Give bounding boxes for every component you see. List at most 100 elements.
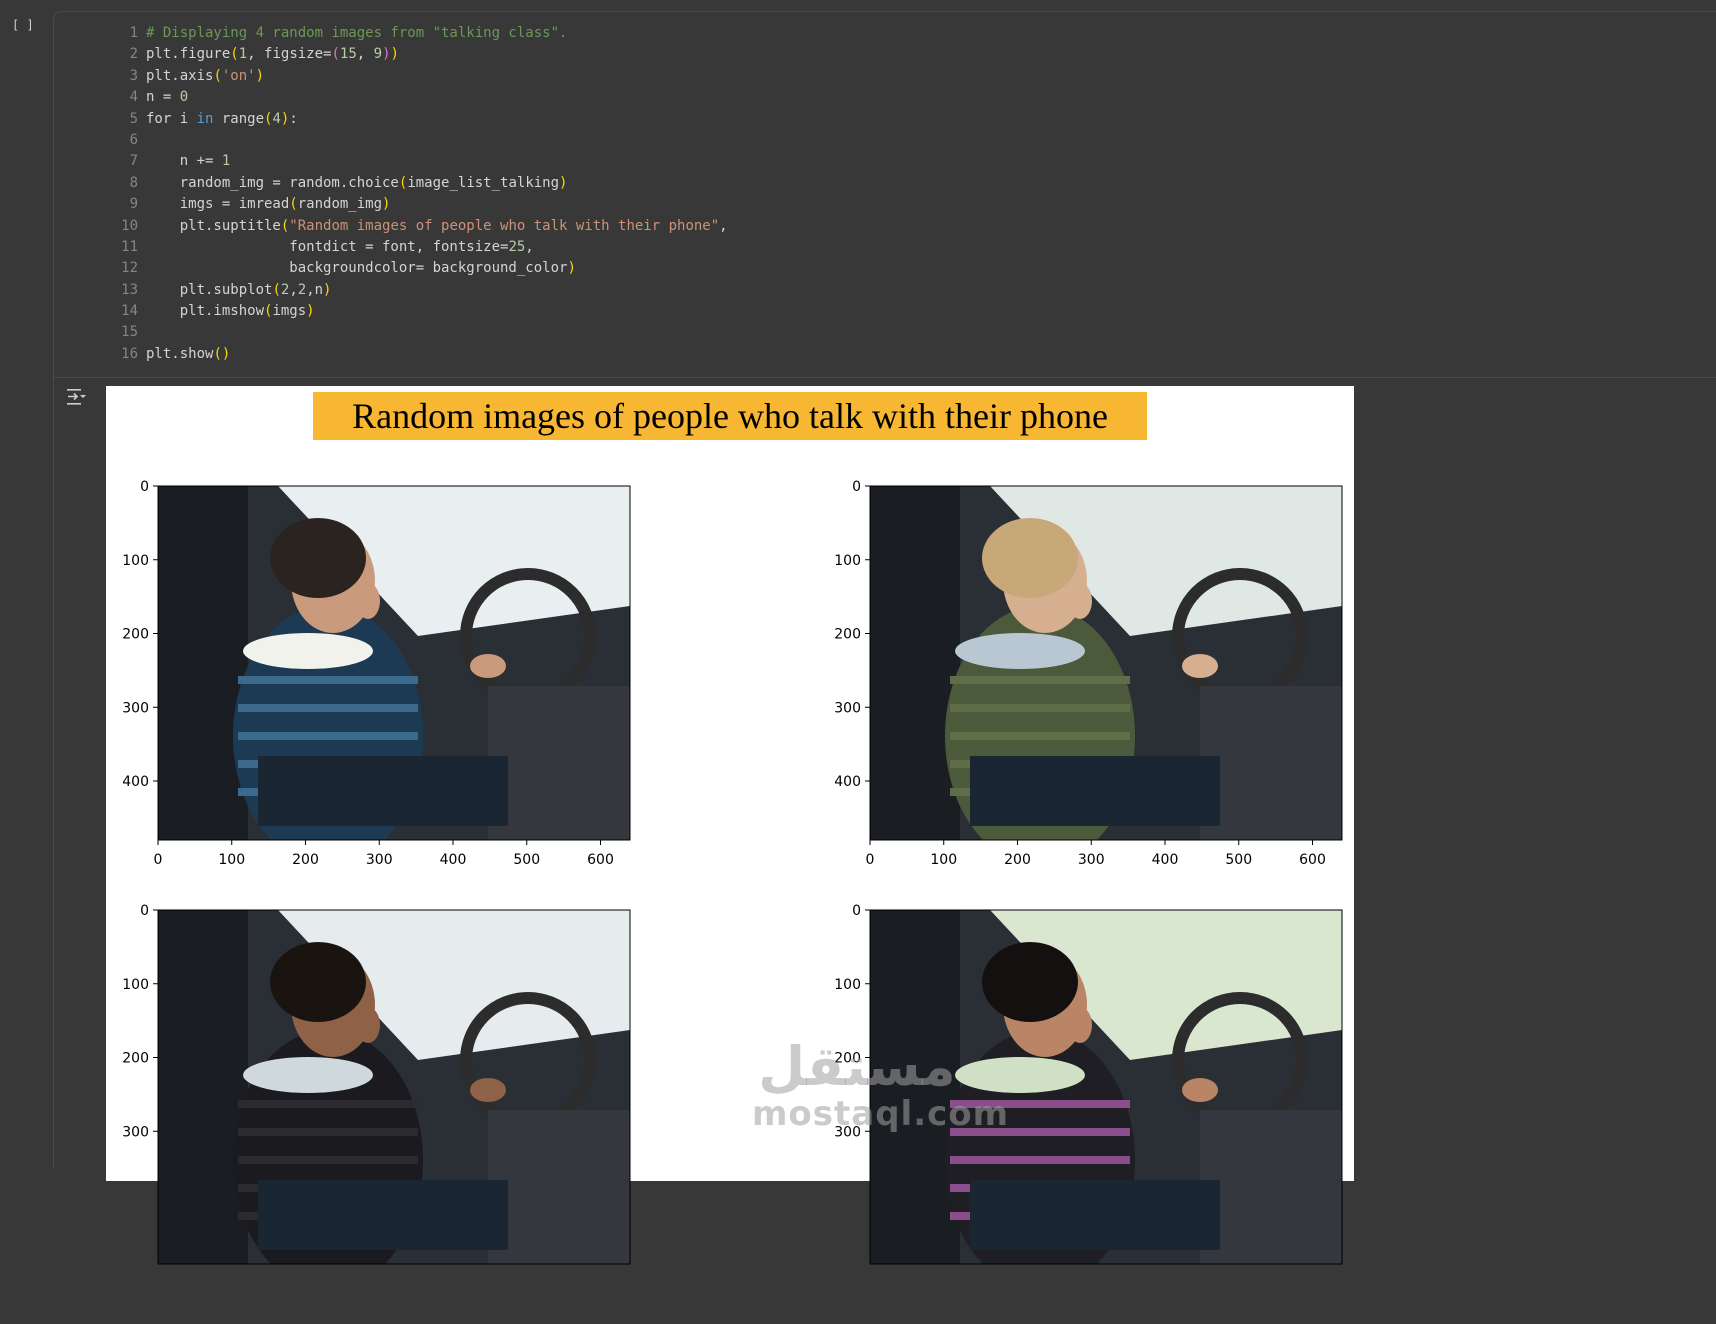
y-tick-label: 300 [834,700,861,716]
hand-on-wheel [1182,1078,1218,1102]
watermark-latin: mostaql.com [752,1094,1010,1134]
x-tick-label: 0 [866,852,875,868]
x-tick-label: 600 [1299,852,1326,868]
hand-holding-phone [356,583,380,619]
line-number: 10 [121,217,138,234]
subplot-top-left: 0 100 200 300 400 0 100 200 300 400 500 600 [106,480,726,900]
watermark-arabic: مستقل [758,1035,956,1098]
scarf-or-collar [955,1057,1085,1093]
code-line: 9 imgs = imread(random_img) [54,194,1716,215]
hand-on-wheel [470,1078,506,1102]
driver-hair [982,518,1078,598]
output-divider [54,377,1716,378]
x-tick-label: 200 [1004,852,1031,868]
car-interior-photo [158,910,630,1264]
y-tick-label: 300 [122,700,149,716]
y-tick-label: 200 [122,627,149,643]
hand-on-wheel [1182,654,1218,678]
shirt-stripe [950,1156,1130,1164]
code-comment: # Displaying 4 random images from "talki… [146,25,568,41]
driver-legs [970,1180,1220,1250]
line-number: 14 [121,303,138,320]
x-tick-label: 500 [513,852,540,868]
driver-legs [970,756,1220,826]
code-line: 2 plt.figure(1, figsize=(15, 9)) [54,44,1716,65]
hand-holding-phone [356,1007,380,1043]
y-tick-label: 100 [122,553,149,569]
watermark-logo: مستقل mostaql.com [752,1035,1008,1135]
seat-back [870,486,960,840]
y-tick-label: 0 [140,480,149,495]
code-editor[interactable]: 1 # Displaying 4 random images from "talk… [54,23,1716,365]
x-tick-label: 500 [1225,852,1252,868]
car-interior-photo [158,486,630,840]
dashboard [488,1110,630,1264]
shirt-stripe [238,1156,418,1164]
line-number: 6 [129,131,138,148]
code-line: 5 for i in range(4): [54,109,1716,130]
subplot-axes: 0 100 200 300 400 0 100 200 300 400 500 600 [122,480,631,868]
line-number: 12 [121,260,138,277]
code-line: 6 [54,130,1716,151]
x-tick-label: 200 [292,852,319,868]
line-number: 16 [121,345,138,362]
code-line: 16 plt.show() [54,344,1716,365]
shirt-stripe [950,732,1130,740]
shirt-stripe [238,1100,418,1108]
code-line: 14 plt.imshow(imgs) [54,301,1716,322]
line-number: 8 [129,174,138,191]
line-number: 11 [121,238,138,255]
code-line: 13 plt.subplot(2,2,n) [54,280,1716,301]
code-line: 3 plt.axis('on') [54,66,1716,87]
code-cell[interactable]: 1 # Displaying 4 random images from "talk… [53,11,1716,1265]
shirt-stripe [950,676,1130,684]
subplot-top-right: 0 100 200 300 400 0 100 200 300 400 500 600 [818,480,1438,900]
driver-hair [270,942,366,1022]
cell-run-indicator[interactable]: [ ] [12,18,34,32]
line-number: 9 [129,196,138,213]
dashboard [1200,686,1342,840]
hand-on-wheel [470,654,506,678]
driver-hair [270,518,366,598]
line-number: 15 [121,324,138,341]
seat-back [158,486,248,840]
hand-holding-phone [1068,583,1092,619]
code-line: 12 backgroundcolor= background_color) [54,258,1716,279]
y-tick-label: 0 [852,904,861,919]
code-line: 1 # Displaying 4 random images from "talk… [54,23,1716,44]
x-tick-label: 300 [366,852,393,868]
line-number: 4 [129,89,138,106]
driver-hair [982,942,1078,1022]
driver-legs [258,756,508,826]
x-tick-label: 100 [930,852,957,868]
code-line: 7 n += 1 [54,151,1716,172]
y-tick-label: 200 [834,627,861,643]
x-tick-label: 100 [218,852,245,868]
y-tick-label: 300 [122,1124,149,1140]
code-line: 11 fontdict = font, fontsize=25, [54,237,1716,258]
shirt-stripe [238,732,418,740]
car-interior-photo [870,486,1342,840]
x-tick-label: 400 [440,852,467,868]
code-line: 4n = 0 [54,87,1716,108]
y-tick-label: 200 [122,1051,149,1067]
code-line: 15 [54,322,1716,343]
output-menu-icon[interactable] [65,386,87,408]
shirt-stripe [238,704,418,712]
line-number: 13 [121,281,138,298]
y-tick-label: 100 [834,553,861,569]
dashboard [488,686,630,840]
x-tick-label: 600 [587,852,614,868]
x-tick-label: 0 [154,852,163,868]
x-tick-label: 300 [1078,852,1105,868]
y-tick-label: 400 [122,774,149,790]
figure-suptitle: Random images of people who talk with th… [313,392,1147,440]
output-figure: Random images of people who talk with th… [106,386,1354,1265]
y-tick-label: 100 [834,977,861,993]
line-number: 1 [129,25,138,41]
line-number: 2 [129,46,138,63]
line-number: 5 [129,110,138,127]
subplot-axes: 0 100 200 300 [122,904,631,1265]
line-number: 3 [129,67,138,84]
y-tick-label: 400 [834,774,861,790]
